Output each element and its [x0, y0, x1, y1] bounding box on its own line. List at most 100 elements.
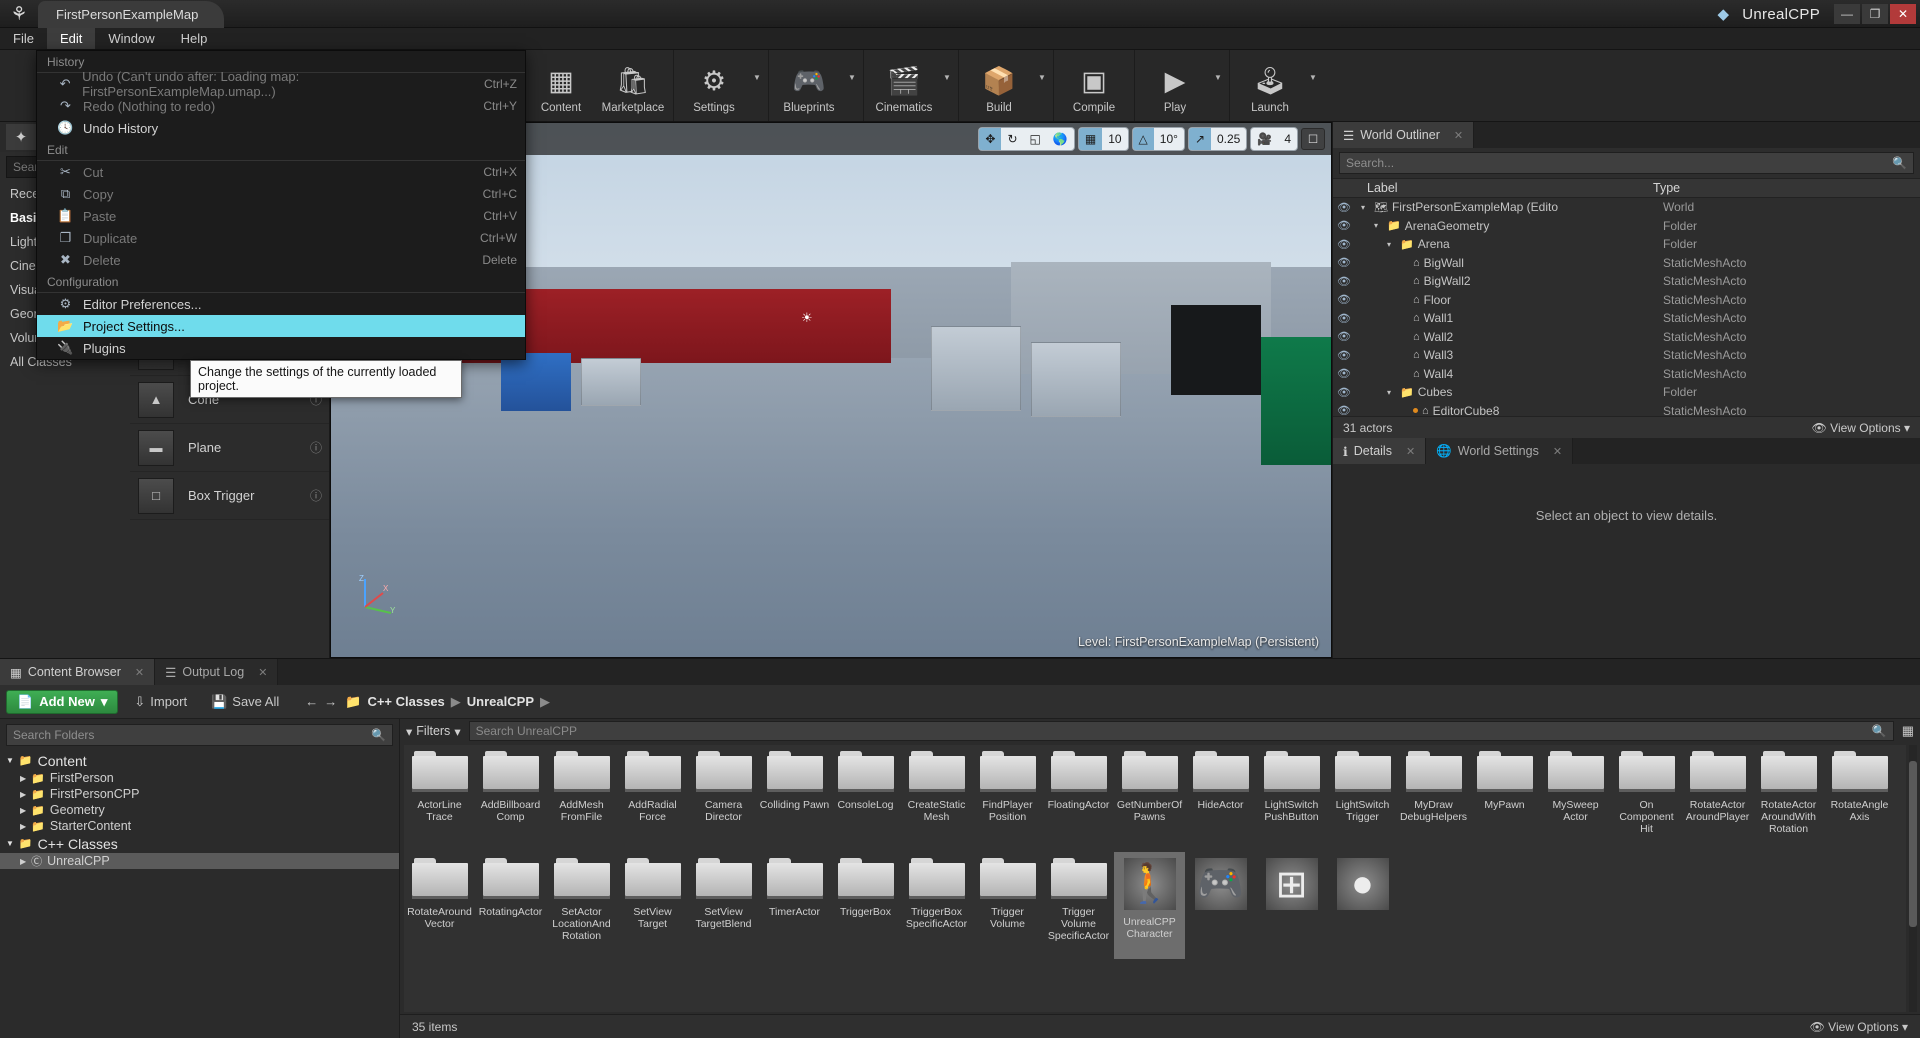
- viewport-blue-cube[interactable]: [501, 353, 571, 412]
- folder-tree-item-startercontent[interactable]: ▶📁StarterContent: [0, 818, 399, 834]
- folder-search-input[interactable]: Search Folders 🔍: [6, 724, 393, 746]
- menu-item-copy[interactable]: ⧉CopyCtrl+C: [37, 183, 525, 205]
- outliner-row[interactable]: 👁▾📁ArenaFolder: [1333, 235, 1920, 254]
- modes-item-plane[interactable]: ▬Planeⓘ: [130, 424, 329, 472]
- tab-world-settings[interactable]: 🌐 World Settings ✕: [1426, 438, 1573, 464]
- asset-cell[interactable]: ●: [1327, 852, 1398, 959]
- menu-item-delete[interactable]: ✖DeleteDelete: [37, 249, 525, 271]
- asset-cell[interactable]: 🎮: [1185, 852, 1256, 959]
- asset-cell[interactable]: RotateAngle Axis: [1824, 745, 1895, 852]
- outliner-row[interactable]: 👁⌂Wall2StaticMeshActo: [1333, 328, 1920, 347]
- asset-cell[interactable]: AddRadial Force: [617, 745, 688, 852]
- menu-help[interactable]: Help: [168, 28, 221, 49]
- grid-view-icon[interactable]: ▦: [1902, 723, 1914, 739]
- grid-snap-value[interactable]: 10: [1102, 128, 1127, 150]
- outliner-row[interactable]: 👁⌂Wall1StaticMeshActo: [1333, 309, 1920, 328]
- asset-cell[interactable]: RotatingActor: [475, 852, 546, 959]
- menu-item-paste[interactable]: 📋PasteCtrl+V: [37, 205, 525, 227]
- expand-arrow-icon[interactable]: ▾: [1387, 388, 1396, 397]
- asset-cell[interactable]: TimerActor: [759, 852, 830, 959]
- asset-search-input[interactable]: Search UnrealCPP 🔍: [469, 721, 1894, 741]
- grid-snap-icon[interactable]: ▦: [1079, 128, 1102, 150]
- outliner-row[interactable]: 👁⌂Wall3StaticMeshActo: [1333, 346, 1920, 365]
- rotation-snap-icon[interactable]: △: [1133, 128, 1154, 150]
- tab-content-browser[interactable]: ▦ Content Browser ✕: [0, 659, 155, 685]
- asset-cell[interactable]: On Component Hit: [1611, 745, 1682, 852]
- viewport-cube-3[interactable]: [1031, 342, 1121, 417]
- move-tool-icon[interactable]: ✥: [979, 128, 1001, 150]
- asset-cell[interactable]: AddMesh FromFile: [546, 745, 617, 852]
- asset-cell[interactable]: RotateAround Vector: [404, 852, 475, 959]
- menu-file[interactable]: File: [0, 28, 47, 49]
- menu-item-undo-history[interactable]: 🕓Undo History: [37, 117, 525, 139]
- search-icon[interactable]: 🔍: [1892, 156, 1907, 170]
- eye-icon[interactable]: 👁: [1333, 201, 1355, 214]
- outliner-row[interactable]: 👁⌂BigWallStaticMeshActo: [1333, 254, 1920, 273]
- toolbar-compile-button[interactable]: ▣Compile: [1058, 50, 1130, 121]
- close-icon[interactable]: ✕: [1454, 129, 1463, 142]
- search-icon[interactable]: 🔍: [1872, 724, 1887, 738]
- camera-speed-value[interactable]: 4: [1278, 128, 1297, 150]
- help-icon[interactable]: ⓘ: [303, 439, 329, 456]
- asset-cell[interactable]: GetNumberOf Pawns: [1114, 745, 1185, 852]
- asset-cell[interactable]: Trigger Volume: [972, 852, 1043, 959]
- map-tab[interactable]: FirstPersonExampleMap: [38, 1, 224, 28]
- toolbar-blueprints-caret[interactable]: ▼: [845, 50, 859, 121]
- close-button[interactable]: ✕: [1890, 4, 1916, 24]
- toolbar-marketplace-button[interactable]: 🛍Marketplace: [597, 50, 669, 121]
- menu-item-plugins[interactable]: 🔌Plugins: [37, 337, 525, 359]
- tab-details[interactable]: ℹ Details ✕: [1333, 438, 1426, 464]
- asset-cell[interactable]: CreateStatic Mesh: [901, 745, 972, 852]
- eye-icon[interactable]: 👁: [1333, 238, 1355, 251]
- asset-cell[interactable]: ConsoleLog: [830, 745, 901, 852]
- toolbar-settings-caret[interactable]: ▼: [750, 50, 764, 121]
- maximize-viewport-icon[interactable]: ☐: [1301, 128, 1325, 150]
- asset-cell[interactable]: RotateActor AroundWith Rotation: [1753, 745, 1824, 852]
- scale-snap-group[interactable]: ↗ 0.25: [1188, 127, 1247, 151]
- menu-edit[interactable]: Edit: [47, 28, 95, 49]
- menu-item-editor-preferences[interactable]: ⚙Editor Preferences...: [37, 293, 525, 315]
- asset-cell[interactable]: Colliding Pawn: [759, 745, 830, 852]
- grid-snap-group[interactable]: ▦ 10: [1078, 127, 1129, 151]
- camera-speed-icon[interactable]: 🎥: [1251, 128, 1278, 150]
- scale-snap-icon[interactable]: ↗: [1189, 128, 1211, 150]
- content-view-options[interactable]: 👁 View Options ▾: [1810, 1020, 1908, 1034]
- asset-cell[interactable]: MySweep Actor: [1540, 745, 1611, 852]
- rotate-tool-icon[interactable]: ↻: [1001, 128, 1023, 150]
- viewport-cube-2[interactable]: [931, 326, 1021, 411]
- expand-arrow-icon[interactable]: ▾: [1374, 221, 1383, 230]
- outliner-column-type[interactable]: Type: [1653, 181, 1680, 195]
- toolbar-play-caret[interactable]: ▼: [1211, 50, 1225, 121]
- asset-cell[interactable]: Trigger Volume SpecificActor: [1043, 852, 1114, 959]
- expand-arrow-icon[interactable]: ▾: [1361, 203, 1370, 212]
- eye-icon[interactable]: 👁: [1333, 256, 1355, 269]
- menu-item-undo-can-t-undo-after-loading-map-firstpersonexamplemap-umap[interactable]: ↶Undo (Can't undo after: Loading map: Fi…: [37, 73, 525, 95]
- import-button[interactable]: ⇩ Import: [126, 694, 195, 710]
- toolbar-play-button[interactable]: ▶Play: [1139, 50, 1211, 121]
- eye-icon[interactable]: 👁: [1333, 219, 1355, 232]
- asset-cell[interactable]: FloatingActor: [1043, 745, 1114, 852]
- save-all-button[interactable]: 💾 Save All: [203, 694, 287, 710]
- filters-button[interactable]: ▾ Filters ▾: [406, 724, 461, 739]
- world-space-icon[interactable]: 🌎: [1047, 128, 1074, 150]
- eye-icon[interactable]: 👁: [1333, 386, 1355, 399]
- expand-arrow-icon[interactable]: ▾: [1387, 240, 1396, 249]
- expand-arrow-icon[interactable]: ▶: [20, 822, 26, 831]
- asset-cell[interactable]: TriggerBox: [830, 852, 901, 959]
- outliner-row[interactable]: 👁▾📁CubesFolder: [1333, 383, 1920, 402]
- asset-cell[interactable]: SetView Target: [617, 852, 688, 959]
- outliner-row[interactable]: 👁▾🗺FirstPersonExampleMap (EditoWorld: [1333, 198, 1920, 217]
- outliner-row[interactable]: 👁▾📁ArenaGeometryFolder: [1333, 217, 1920, 236]
- folder-tree-item-firstpersoncpp[interactable]: ▶📁FirstPersonCPP: [0, 786, 399, 802]
- expand-arrow-icon[interactable]: ▼: [6, 756, 14, 765]
- help-icon[interactable]: ⓘ: [303, 487, 329, 504]
- asset-cell[interactable]: AddBillboard Comp: [475, 745, 546, 852]
- menu-window[interactable]: Window: [95, 28, 167, 49]
- add-new-button[interactable]: 📄 Add New ▾: [6, 690, 118, 714]
- outliner-row[interactable]: 👁⌂FloorStaticMeshActo: [1333, 291, 1920, 310]
- breadcrumb-item-1[interactable]: UnrealCPP: [467, 694, 534, 709]
- eye-icon[interactable]: 👁: [1333, 367, 1355, 380]
- scrollbar-thumb[interactable]: [1909, 761, 1917, 927]
- scale-snap-value[interactable]: 0.25: [1211, 128, 1246, 150]
- toolbar-blueprints-button[interactable]: 🎮Blueprints: [773, 50, 845, 121]
